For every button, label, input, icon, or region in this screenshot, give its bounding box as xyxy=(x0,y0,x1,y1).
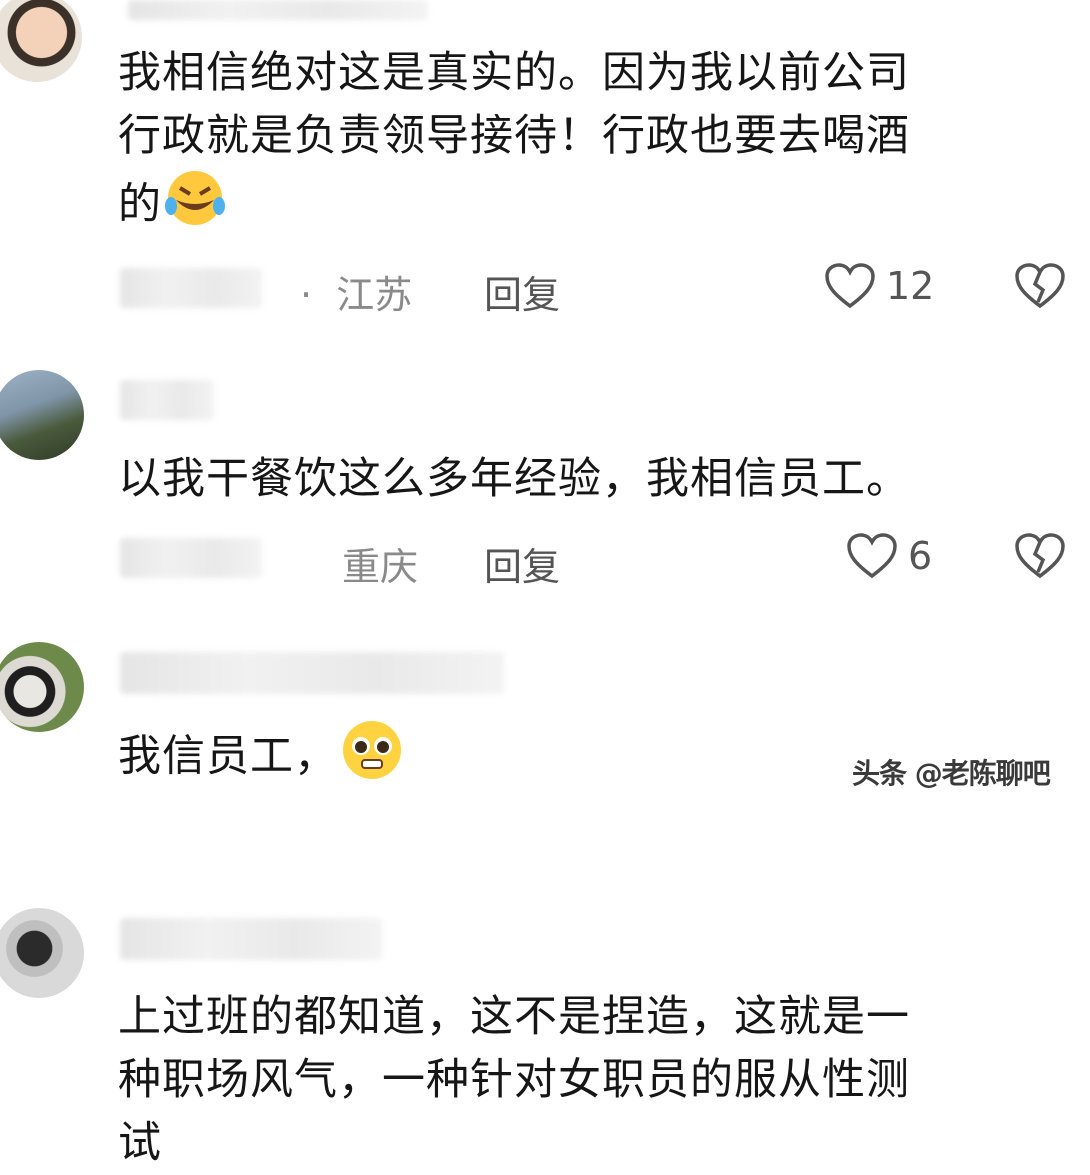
avatar[interactable] xyxy=(0,0,82,82)
avatar[interactable] xyxy=(0,370,84,460)
heart-outline-icon xyxy=(825,263,875,309)
comment-text: 我相信绝对这是真实的。因为我以前公司 行政就是负责领导接待！行政也要去喝酒 的 xyxy=(118,42,1048,246)
time-redacted xyxy=(120,268,262,308)
rofl-emoji xyxy=(162,168,228,246)
time-redacted xyxy=(120,538,262,578)
comment-text: 以我干餐饮这么多年经验，我相信员工。 xyxy=(118,454,910,504)
location: 重庆 xyxy=(342,545,419,589)
dislike-button[interactable] xyxy=(1014,262,1066,314)
username-redacted[interactable] xyxy=(120,918,382,960)
username-redacted[interactable] xyxy=(120,652,504,694)
like-count: 12 xyxy=(886,264,935,308)
like-button[interactable]: 6 xyxy=(846,532,932,580)
reply-button[interactable]: 回复 xyxy=(484,536,560,591)
username-redacted[interactable] xyxy=(120,380,214,420)
broken-heart-icon xyxy=(1015,263,1065,309)
like-count: 6 xyxy=(908,534,933,578)
pleading-face-emoji xyxy=(338,718,406,800)
username-redacted[interactable] xyxy=(128,0,428,20)
comment-text: 上过班的都知道，这不是捏造，这就是一 种职场风气，一种针对女职员的服从性测 试 xyxy=(118,992,910,1168)
avatar[interactable] xyxy=(0,642,84,732)
location: · 江苏 xyxy=(300,273,413,317)
like-button[interactable]: 12 xyxy=(824,262,934,310)
broken-heart-icon xyxy=(1015,533,1065,579)
avatar[interactable] xyxy=(0,908,84,998)
watermark: 头条 @老陈聊吧 xyxy=(852,757,1051,790)
heart-outline-icon xyxy=(847,533,897,579)
dislike-button[interactable] xyxy=(1014,532,1066,584)
reply-button[interactable]: 回复 xyxy=(484,264,560,319)
